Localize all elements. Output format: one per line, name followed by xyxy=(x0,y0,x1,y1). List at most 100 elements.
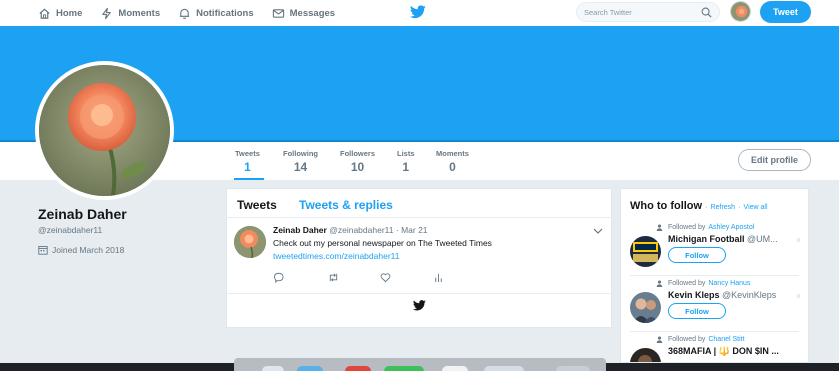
nav-moments-link[interactable]: Moments xyxy=(100,0,160,26)
notifications-icon xyxy=(179,8,190,19)
like-icon[interactable] xyxy=(380,272,391,283)
suggestion-name[interactable]: Michigan Football @UM... xyxy=(668,234,793,244)
suggestion-name[interactable]: 368MAFIA | 🔱 DON $IN ... xyxy=(668,346,793,357)
tweet-button[interactable]: Tweet xyxy=(760,1,811,23)
follow-suggestion: Followed by Nancy Hanus Kevin Kleps @Kev… xyxy=(621,280,808,332)
search-placeholder: Search Twitter xyxy=(584,7,632,17)
chevron-down-icon[interactable] xyxy=(593,227,603,235)
dock-app-icon[interactable] xyxy=(556,366,590,371)
stat-moments[interactable]: Moments 0 xyxy=(436,149,469,174)
stat-following-label: Following xyxy=(283,149,318,158)
search-icon[interactable] xyxy=(701,7,712,18)
profile-avatar[interactable] xyxy=(35,61,174,200)
nav-notifications-label: Notifications xyxy=(196,7,254,19)
stat-following[interactable]: Following 14 xyxy=(283,149,318,174)
nav-home-link[interactable]: Home xyxy=(38,0,82,26)
active-tab-underline xyxy=(234,178,264,180)
followed-by-line: Followed by Ashley Apostol xyxy=(656,224,754,231)
reply-icon[interactable] xyxy=(273,272,284,283)
followed-by-name[interactable]: Chanel Stitt xyxy=(708,336,744,343)
nav-notifications-link[interactable]: Notifications xyxy=(178,0,254,26)
follow-button[interactable]: Follow xyxy=(668,247,726,263)
divider xyxy=(630,275,799,276)
stat-moments-value: 0 xyxy=(449,160,456,174)
title-separator: · xyxy=(738,204,741,211)
stat-lists-label: Lists xyxy=(397,149,415,158)
tweets-timeline: Tweets Tweets & replies Zeinab Daher @ze… xyxy=(226,188,612,328)
stat-followers-value: 10 xyxy=(350,160,365,174)
dock-app-icon[interactable] xyxy=(345,366,371,371)
suggestion-name[interactable]: Kevin Kleps @KevinKleps xyxy=(668,290,793,300)
tab-tweets[interactable]: Tweets xyxy=(237,198,277,212)
tweet-header-separator: · xyxy=(395,225,399,235)
moments-icon xyxy=(102,7,112,19)
tweet-header: Zeinab Daher @zeinabdaher11 · Mar 21 xyxy=(273,225,428,235)
who-to-follow-title: Who to follow · Refresh · View all xyxy=(630,200,768,212)
twitter-bird-icon[interactable] xyxy=(410,5,426,19)
stat-tweets[interactable]: Tweets 1 xyxy=(235,149,260,174)
profile-name: Zeinab Daher xyxy=(38,206,127,222)
suggestion-avatar[interactable] xyxy=(630,292,661,323)
analytics-icon[interactable] xyxy=(433,272,444,283)
tweet-author-handle[interactable]: @zeinabdaher11 xyxy=(329,225,393,235)
followed-by-name[interactable]: Nancy Hanus xyxy=(708,280,750,287)
stat-following-value: 14 xyxy=(293,160,308,174)
followed-by-line: Followed by Nancy Hanus xyxy=(656,280,750,287)
dock-photos-icon[interactable] xyxy=(442,366,468,371)
home-icon xyxy=(39,8,50,19)
stat-tweets-label: Tweets xyxy=(235,149,260,158)
top-navigation-bar: Home Moments Notifications Messages Sear… xyxy=(0,0,839,26)
timeline-tabs: Tweets Tweets & replies xyxy=(227,189,611,218)
tweet-author-name[interactable]: Zeinab Daher xyxy=(273,225,327,235)
tweet-actions xyxy=(273,272,473,284)
stat-tweets-value: 1 xyxy=(244,160,251,174)
profile-handle: @zeinabdaher11 xyxy=(38,225,103,235)
search-input[interactable]: Search Twitter xyxy=(576,2,720,22)
stat-moments-label: Moments xyxy=(436,149,469,158)
dock-finder-icon[interactable] xyxy=(262,366,284,371)
nav-messages-link[interactable]: Messages xyxy=(272,0,335,26)
person-icon xyxy=(656,224,663,231)
tweet-text: Check out my personal newspaper on The T… xyxy=(273,238,492,248)
suggestion-display-name: Michigan Football xyxy=(668,234,745,244)
edit-profile-button[interactable]: Edit profile xyxy=(738,149,811,171)
stat-lists[interactable]: Lists 1 xyxy=(397,149,415,174)
follow-suggestion: Followed by Chanel Stitt 368MAFIA | 🔱 DO… xyxy=(621,336,808,362)
suggestion-handle: @UM... xyxy=(747,234,778,244)
twitter-bird-icon xyxy=(413,300,426,311)
tweet-timestamp[interactable]: Mar 21 xyxy=(401,225,427,235)
dock-preview-icon[interactable] xyxy=(484,366,524,371)
profile-joined-text: Joined March 2018 xyxy=(52,245,125,255)
suggestion-display-name: 368MAFIA | 🔱 DON $IN ... xyxy=(668,346,779,356)
person-icon xyxy=(656,336,663,343)
followed-by-line: Followed by Chanel Stitt xyxy=(656,336,745,343)
suggestion-avatar[interactable] xyxy=(630,348,661,362)
view-all-link[interactable]: View all xyxy=(744,204,768,211)
nav-home-label: Home xyxy=(56,7,83,19)
dock-messages-icon[interactable] xyxy=(384,366,424,371)
suggestion-display-name: Kevin Kleps xyxy=(668,290,720,300)
dock-safari-icon[interactable] xyxy=(297,366,323,371)
who-to-follow-panel: Who to follow · Refresh · View all Follo… xyxy=(620,188,809,363)
dismiss-close-icon[interactable]: × xyxy=(796,291,801,301)
followed-by-prefix: Followed by xyxy=(668,224,706,231)
tab-tweets-and-replies[interactable]: Tweets & replies xyxy=(299,198,393,212)
refresh-link[interactable]: Refresh xyxy=(711,204,736,211)
divider xyxy=(630,331,799,332)
suggestion-avatar[interactable] xyxy=(630,236,661,267)
nav-messages-label: Messages xyxy=(289,7,336,19)
user-avatar-small[interactable] xyxy=(730,1,751,22)
stat-followers-label: Followers xyxy=(340,149,376,158)
nav-moments-label: Moments xyxy=(118,7,161,19)
person-icon xyxy=(656,280,663,287)
profile-joined: Joined March 2018 xyxy=(38,245,124,255)
follow-button[interactable]: Follow xyxy=(668,303,726,319)
retweet-icon[interactable] xyxy=(328,272,339,283)
tweet-author-avatar[interactable] xyxy=(234,226,266,258)
follow-suggestion: Followed by Ashley Apostol Michigan Foot… xyxy=(621,224,808,276)
dismiss-close-icon[interactable]: × xyxy=(796,235,801,245)
tweet-link[interactable]: tweetedtimes.com/zeinabdaher11 xyxy=(273,251,399,261)
followed-by-name[interactable]: Ashley Apostol xyxy=(708,224,754,231)
tweet-item[interactable]: Zeinab Daher @zeinabdaher11 · Mar 21 Che… xyxy=(227,218,611,294)
stat-followers[interactable]: Followers 10 xyxy=(340,149,375,174)
